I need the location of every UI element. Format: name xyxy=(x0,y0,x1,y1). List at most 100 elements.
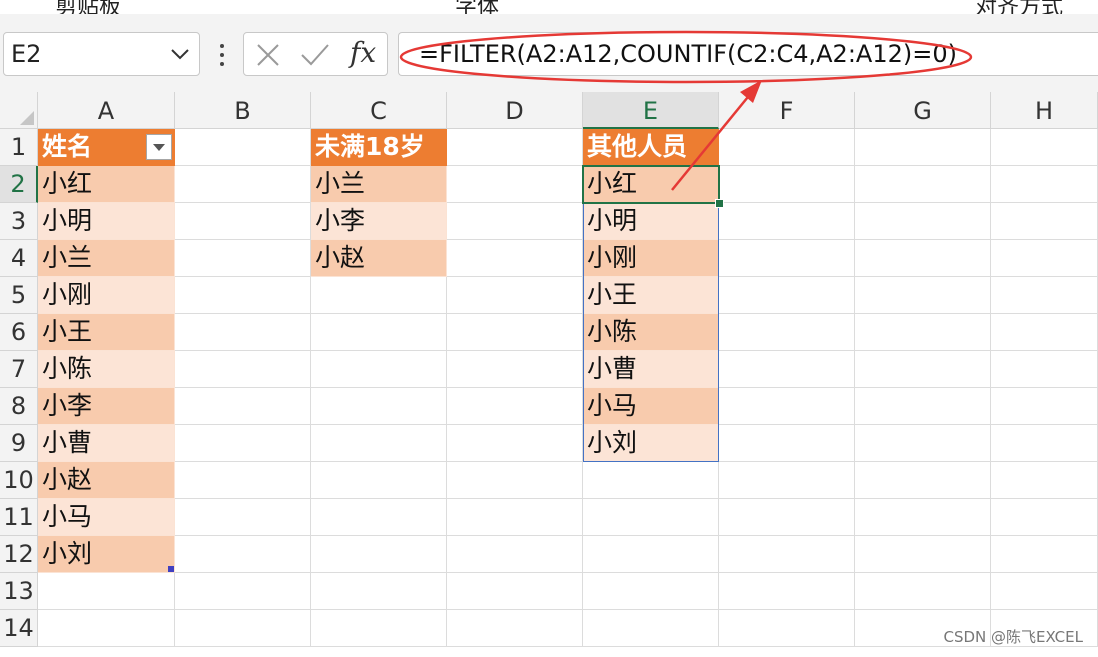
cell[interactable] xyxy=(855,388,991,425)
cell[interactable] xyxy=(583,573,719,610)
cell[interactable] xyxy=(311,462,447,499)
cell[interactable] xyxy=(311,351,447,388)
cell[interactable] xyxy=(311,610,447,647)
name-box[interactable]: E2 xyxy=(3,32,200,76)
cell[interactable] xyxy=(447,610,583,647)
table-e-cell[interactable]: 小曹 xyxy=(583,351,719,388)
table-a-cell[interactable]: 小陈 xyxy=(38,351,175,388)
formula-input[interactable]: =FILTER(A2:A12,COUNTIF(C2:C4,A2:A12)=0) xyxy=(398,32,1098,76)
table-c-header[interactable]: 未满18岁 xyxy=(311,129,447,166)
table-c-cell[interactable]: 小李 xyxy=(311,203,447,240)
cell[interactable] xyxy=(447,462,583,499)
cell[interactable] xyxy=(311,573,447,610)
cell[interactable] xyxy=(175,536,311,573)
table-a-cell[interactable]: 小刘 xyxy=(38,536,175,573)
column-header-h[interactable]: H xyxy=(991,92,1098,129)
ribbon-group-clipboard[interactable]: 剪贴板 xyxy=(55,0,121,14)
cell[interactable] xyxy=(855,462,991,499)
table-e-header[interactable]: 其他人员 xyxy=(583,129,719,166)
fill-handle[interactable] xyxy=(715,199,724,208)
cell[interactable] xyxy=(855,314,991,351)
row-header-5[interactable]: 5 xyxy=(0,277,38,314)
table-e-cell[interactable]: 小刚 xyxy=(583,240,719,277)
chevron-down-icon[interactable] xyxy=(169,43,191,65)
row-header-3[interactable]: 3 xyxy=(0,203,38,240)
cell[interactable] xyxy=(719,277,855,314)
cell[interactable] xyxy=(447,425,583,462)
cell[interactable] xyxy=(991,573,1098,610)
cell[interactable] xyxy=(719,129,855,166)
table-e-cell[interactable]: 小王 xyxy=(583,277,719,314)
filter-dropdown-icon[interactable] xyxy=(146,134,172,160)
table-a-cell[interactable]: 小赵 xyxy=(38,462,175,499)
cell[interactable] xyxy=(991,166,1098,203)
cell[interactable] xyxy=(855,166,991,203)
table-a-header[interactable]: 姓名 xyxy=(38,129,175,166)
table-a-cell[interactable]: 小明 xyxy=(38,203,175,240)
row-header-9[interactable]: 9 xyxy=(0,425,38,462)
cell[interactable] xyxy=(855,203,991,240)
row-header-2[interactable]: 2 xyxy=(0,166,38,203)
cell[interactable] xyxy=(583,462,719,499)
cell[interactable] xyxy=(719,351,855,388)
column-header-a[interactable]: A xyxy=(38,92,175,129)
cell[interactable] xyxy=(175,573,311,610)
cell[interactable] xyxy=(855,425,991,462)
table-c-cell[interactable]: 小兰 xyxy=(311,166,447,203)
cell[interactable] xyxy=(175,388,311,425)
cell[interactable] xyxy=(38,573,175,610)
cell[interactable] xyxy=(175,499,311,536)
cell[interactable] xyxy=(311,536,447,573)
row-header-10[interactable]: 10 xyxy=(0,462,38,499)
table-e-cell[interactable]: 小陈 xyxy=(583,314,719,351)
table-a-cell[interactable]: 小马 xyxy=(38,499,175,536)
cell[interactable] xyxy=(175,425,311,462)
cell[interactable] xyxy=(38,610,175,647)
cell[interactable] xyxy=(175,129,311,166)
cell[interactable] xyxy=(855,240,991,277)
cell[interactable] xyxy=(447,499,583,536)
cell[interactable] xyxy=(175,610,311,647)
cell[interactable] xyxy=(991,388,1098,425)
column-header-g[interactable]: G xyxy=(855,92,991,129)
cell[interactable] xyxy=(719,610,855,647)
cell[interactable] xyxy=(447,129,583,166)
cell[interactable] xyxy=(175,351,311,388)
column-header-d[interactable]: D xyxy=(447,92,583,129)
table-e-cell[interactable]: 小马 xyxy=(583,388,719,425)
row-header-6[interactable]: 6 xyxy=(0,314,38,351)
table-c-cell[interactable]: 小赵 xyxy=(311,240,447,277)
formula-text[interactable]: =FILTER(A2:A12,COUNTIF(C2:C4,A2:A12)=0) xyxy=(419,40,957,68)
cell[interactable] xyxy=(719,536,855,573)
cell[interactable] xyxy=(447,536,583,573)
cell[interactable] xyxy=(447,388,583,425)
insert-function-button[interactable]: fx xyxy=(350,36,376,69)
table-a-cell[interactable]: 小兰 xyxy=(38,240,175,277)
cell[interactable] xyxy=(719,499,855,536)
row-header-1[interactable]: 1 xyxy=(0,129,38,166)
cell[interactable] xyxy=(991,277,1098,314)
cell[interactable] xyxy=(991,129,1098,166)
table-e-cell[interactable]: 小明 xyxy=(583,203,719,240)
cell[interactable] xyxy=(175,240,311,277)
cell[interactable] xyxy=(583,499,719,536)
cell[interactable] xyxy=(719,166,855,203)
row-header-12[interactable]: 12 xyxy=(0,536,38,573)
row-header-4[interactable]: 4 xyxy=(0,240,38,277)
cell[interactable] xyxy=(175,314,311,351)
cell[interactable] xyxy=(991,536,1098,573)
cell[interactable] xyxy=(311,499,447,536)
cell[interactable] xyxy=(447,166,583,203)
cell[interactable] xyxy=(991,425,1098,462)
cell[interactable] xyxy=(447,314,583,351)
confirm-icon[interactable] xyxy=(300,43,330,67)
cell[interactable] xyxy=(583,536,719,573)
cell[interactable] xyxy=(719,388,855,425)
cell[interactable] xyxy=(175,277,311,314)
cell[interactable] xyxy=(311,388,447,425)
ribbon-group-font[interactable]: 字体 xyxy=(455,0,499,14)
cell[interactable] xyxy=(991,203,1098,240)
cell[interactable] xyxy=(719,462,855,499)
cell[interactable] xyxy=(991,462,1098,499)
cell[interactable] xyxy=(991,351,1098,388)
